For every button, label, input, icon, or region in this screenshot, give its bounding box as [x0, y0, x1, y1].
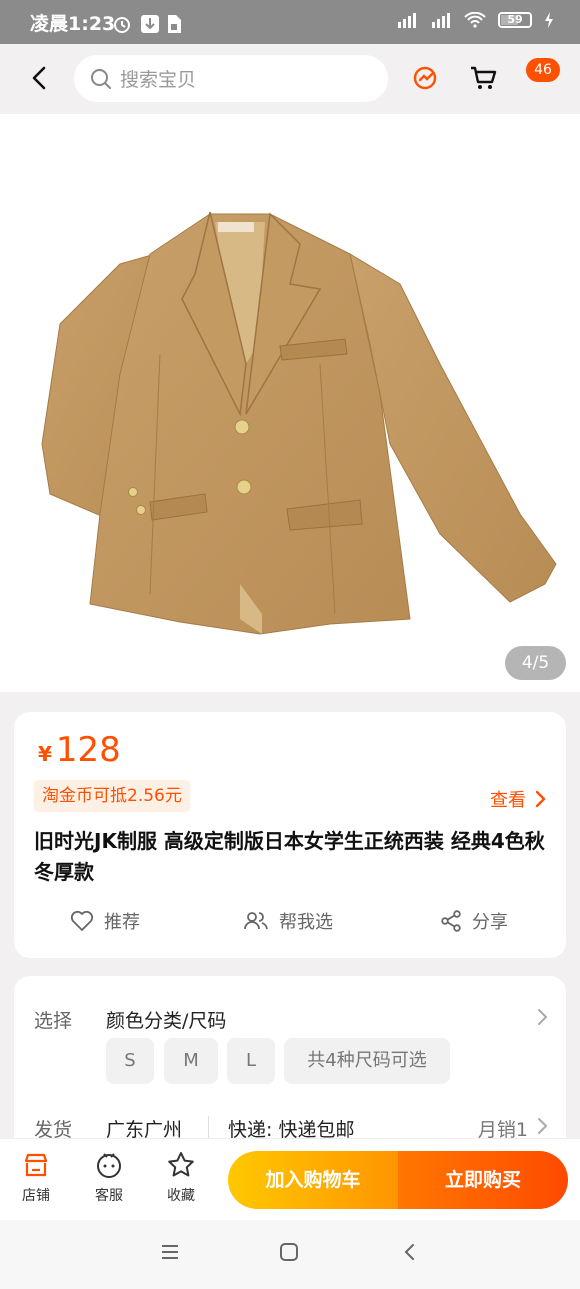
price-currency: ¥ — [38, 742, 52, 766]
image-counter: 4/5 — [505, 646, 566, 680]
home-icon[interactable] — [279, 1242, 299, 1262]
top-header: 搜索宝贝 46 — [0, 44, 580, 114]
search-placeholder: 搜索宝贝 — [120, 69, 197, 91]
select-value[interactable]: 颜色分类/尺码 — [106, 1006, 226, 1033]
view-link[interactable]: 查看 — [490, 786, 546, 812]
status-time: 凌晨1:23 — [30, 13, 116, 35]
back-icon[interactable] — [26, 64, 54, 92]
product-title: 旧时光JK制服 高级定制版日本女学生正统西装 经典4色秋冬厚款 — [34, 829, 545, 884]
service-icon — [97, 1153, 121, 1178]
help-choose-label: 帮我选 — [279, 912, 333, 933]
select-label: 选择 — [34, 1010, 73, 1032]
share-icon — [441, 910, 461, 932]
search-icon — [91, 68, 111, 89]
action-row: 推荐 帮我选 分享 — [14, 908, 566, 942]
shop-button[interactable]: 店铺 — [6, 1151, 66, 1205]
alarm-icon — [114, 17, 130, 33]
price-card: ¥128 淘金币可抵2.56元 查看 旧时光JK制服 高级定制版日本女学生正统西… — [14, 712, 566, 958]
chevron-right-icon — [535, 790, 546, 808]
heart-icon — [70, 910, 94, 931]
buy-now-button[interactable]: 立即购买 — [398, 1151, 568, 1209]
size-chip-m[interactable]: M — [164, 1038, 218, 1084]
search-input[interactable]: 搜索宝贝 — [74, 55, 388, 102]
bottom-action-bar: 店铺 客服 收藏 加入购物车 立即购买 — [0, 1138, 580, 1221]
share-button[interactable]: 分享 — [440, 908, 508, 934]
shop-icon — [24, 1153, 48, 1177]
favorite-label: 收藏 — [167, 1188, 195, 1204]
share-label: 分享 — [472, 912, 508, 933]
battery-indicator: 59 — [498, 12, 532, 28]
download-icon — [141, 15, 159, 33]
coin-discount-badge[interactable]: 淘金币可抵2.56元 — [34, 780, 190, 812]
price-value: 128 — [55, 730, 121, 770]
favorite-button[interactable]: 收藏 — [151, 1151, 211, 1205]
back-nav-icon[interactable] — [400, 1242, 420, 1262]
star-icon — [168, 1152, 194, 1177]
add-to-cart-button[interactable]: 加入购物车 — [228, 1151, 398, 1209]
chevron-right-icon[interactable] — [536, 1117, 548, 1135]
history-icon[interactable] — [411, 64, 439, 92]
shop-label: 店铺 — [22, 1188, 50, 1204]
signal-icon — [398, 13, 416, 28]
menu-icon[interactable] — [160, 1242, 180, 1262]
service-label: 客服 — [95, 1188, 123, 1204]
signal-2-icon — [432, 13, 450, 28]
view-label: 查看 — [490, 790, 526, 811]
cart-icon[interactable] — [469, 64, 497, 92]
help-choose-button[interactable]: 帮我选 — [243, 908, 333, 934]
product-image — [41, 211, 557, 635]
product-gallery[interactable]: 4/5 — [0, 114, 580, 692]
status-bar: 凌晨1:23 59 — [0, 0, 580, 44]
cart-count-badge[interactable]: 46 — [526, 58, 560, 82]
size-chip-more[interactable]: 共4种尺码可选 — [284, 1038, 450, 1084]
size-chip-l[interactable]: L — [227, 1038, 275, 1084]
sim-icon — [168, 15, 181, 33]
size-chip-s[interactable]: S — [106, 1038, 154, 1084]
people-icon — [244, 912, 268, 930]
price: ¥128 — [38, 730, 121, 770]
divider — [208, 1116, 209, 1138]
recommend-button[interactable]: 推荐 — [70, 908, 140, 934]
customer-service-button[interactable]: 客服 — [79, 1151, 139, 1205]
wifi-icon — [464, 12, 486, 28]
system-nav-bar — [0, 1220, 580, 1289]
charging-icon — [545, 12, 553, 28]
recommend-label: 推荐 — [104, 912, 140, 933]
chevron-right-icon[interactable] — [536, 1008, 548, 1026]
